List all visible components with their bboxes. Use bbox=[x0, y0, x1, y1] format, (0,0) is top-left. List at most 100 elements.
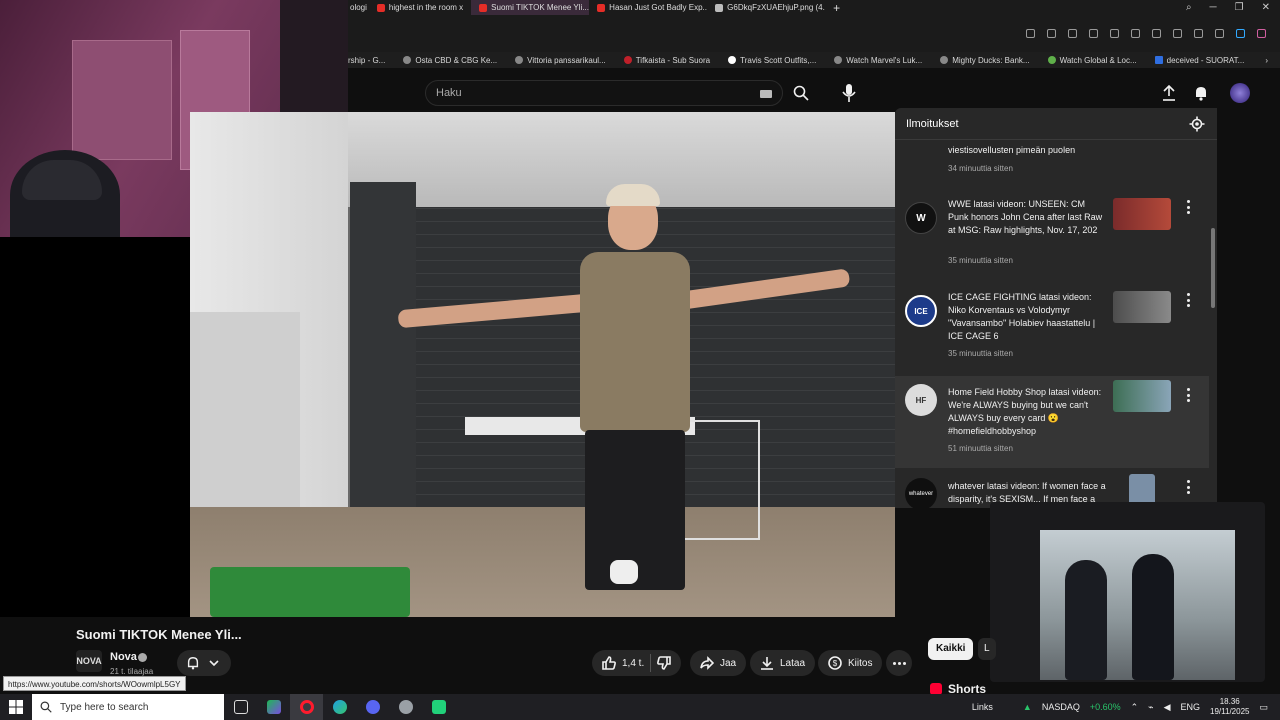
chevron-up-icon[interactable]: ⌃ bbox=[1131, 702, 1139, 713]
channel-avatar[interactable]: HF bbox=[905, 384, 937, 416]
taskbar-app-edge[interactable] bbox=[323, 694, 356, 720]
notification-text: Home Field Hobby Shop latasi videon: We'… bbox=[948, 387, 1102, 436]
site-icon bbox=[728, 56, 737, 64]
microphone-icon[interactable] bbox=[841, 83, 857, 103]
filter-chip-all[interactable]: Kaikki bbox=[928, 638, 974, 660]
link-status-bar: https://www.youtube.com/shorts/WOowmlpL5… bbox=[3, 676, 186, 691]
notification-item[interactable]: ICE ICE CAGE FIGHTING latasi videon: Nik… bbox=[895, 291, 1209, 383]
youtube-header: Haku bbox=[348, 68, 1280, 112]
ticker-change: +0.60% bbox=[1089, 702, 1121, 712]
subscribed-bell-button[interactable] bbox=[177, 650, 231, 676]
browser-tab[interactable]: Hasan Just Got Badly Exp... bbox=[589, 0, 707, 15]
task-view-button[interactable] bbox=[224, 694, 257, 720]
taskbar-app[interactable] bbox=[389, 694, 422, 720]
browser-tab[interactable]: ologi bbox=[348, 0, 369, 15]
ticker-name[interactable]: NASDAQ bbox=[1042, 702, 1080, 712]
bookmark-label: Mighty Ducks: Bank... bbox=[952, 55, 1030, 65]
thumbs-up-icon[interactable] bbox=[602, 656, 616, 670]
bookmark-item[interactable]: Vittoria panssarikaul... bbox=[515, 56, 606, 65]
browser-logo-icon[interactable] bbox=[1257, 29, 1266, 38]
language-indicator[interactable]: ENG bbox=[1181, 702, 1201, 712]
more-options-icon[interactable] bbox=[1187, 200, 1191, 214]
like-count[interactable]: 1,4 t. bbox=[622, 658, 644, 669]
filter-chip[interactable]: L bbox=[978, 638, 996, 660]
menu-icon[interactable] bbox=[1194, 29, 1203, 38]
svg-text:$: $ bbox=[833, 659, 838, 668]
gear-icon[interactable] bbox=[1189, 116, 1205, 132]
bookmark-item[interactable]: Mighty Ducks: Bank... bbox=[940, 55, 1030, 65]
video-scene bbox=[190, 312, 300, 532]
avatar[interactable] bbox=[1230, 83, 1250, 103]
upload-icon[interactable] bbox=[1162, 85, 1176, 101]
channel-avatar[interactable]: W bbox=[905, 202, 937, 234]
heart-icon[interactable] bbox=[1152, 29, 1161, 38]
thanks-button[interactable]: $ Kiitos bbox=[818, 650, 883, 676]
more-options-icon[interactable] bbox=[1187, 388, 1191, 402]
close-button[interactable]: ✕ bbox=[1262, 2, 1270, 13]
thumbs-down-icon[interactable] bbox=[657, 656, 672, 670]
taskbar-app[interactable] bbox=[422, 694, 455, 720]
profile-icon[interactable] bbox=[1215, 29, 1224, 38]
taskbar-search-input[interactable]: Type here to search bbox=[32, 694, 224, 720]
more-options-icon[interactable] bbox=[1187, 480, 1191, 494]
download-button[interactable]: Lataa bbox=[750, 650, 816, 676]
bookmark-item[interactable]: rship - G... bbox=[348, 56, 385, 65]
channel-name[interactable]: Nova bbox=[110, 651, 137, 663]
taskbar-app-opera[interactable] bbox=[290, 694, 323, 720]
shield-icon[interactable] bbox=[1068, 29, 1077, 38]
video-player[interactable] bbox=[190, 112, 895, 617]
video-thumbnail[interactable] bbox=[1113, 198, 1171, 230]
video-thumbnail[interactable] bbox=[1113, 291, 1171, 323]
more-options-icon[interactable] bbox=[1187, 293, 1191, 307]
links-toolbar[interactable]: Links bbox=[972, 702, 993, 712]
search-tabs-icon[interactable]: ⌕ bbox=[1186, 2, 1192, 13]
start-button[interactable] bbox=[0, 694, 32, 720]
new-tab-button[interactable]: + bbox=[825, 1, 848, 15]
bell-icon bbox=[187, 657, 199, 670]
notification-item[interactable]: HF Home Field Hobby Shop latasi videon: … bbox=[895, 376, 1209, 468]
notification-item[interactable]: W WWE latasi videon: UNSEEN: CM Punk hon… bbox=[895, 198, 1209, 290]
bookmark-item[interactable]: Tifkaista - Sub Suora bbox=[623, 56, 710, 65]
ai-assistant-icon[interactable] bbox=[1236, 29, 1245, 38]
notification-center-icon[interactable]: ▭ bbox=[1259, 702, 1268, 713]
share-label: Jaa bbox=[720, 657, 737, 669]
browser-tab-active[interactable]: Suomi TIKTOK Menee Yli... bbox=[471, 0, 590, 15]
maximize-button[interactable]: ❐ bbox=[1235, 2, 1244, 13]
search-input[interactable]: Haku bbox=[425, 80, 783, 106]
channel-avatar[interactable]: NOVA bbox=[76, 650, 102, 672]
picture-in-picture-player[interactable] bbox=[990, 502, 1265, 682]
video-thumbnail[interactable] bbox=[1113, 380, 1171, 412]
video-person bbox=[580, 252, 690, 432]
scrollbar[interactable] bbox=[1211, 228, 1215, 308]
browser-tab[interactable]: highest in the room x bbox=[369, 0, 471, 15]
bookmark-item[interactable]: Travis Scott Outfits,... bbox=[728, 56, 816, 65]
bookmark-item[interactable]: deceived - SUORAT... bbox=[1154, 56, 1244, 65]
channel-avatar[interactable]: whatever bbox=[905, 478, 937, 508]
screenshot-icon[interactable] bbox=[1026, 29, 1035, 38]
camera-icon[interactable] bbox=[1047, 29, 1056, 38]
taskbar-app-discord[interactable] bbox=[356, 694, 389, 720]
task-view-icon bbox=[233, 700, 248, 714]
bookmark-item[interactable]: Watch Marvel's Luk... bbox=[834, 56, 922, 65]
keyboard-icon[interactable] bbox=[760, 90, 772, 98]
minimize-button[interactable]: ─ bbox=[1210, 2, 1217, 13]
bookmark-item[interactable]: Osta CBD & CBG Ke... bbox=[403, 56, 497, 65]
download-icon[interactable] bbox=[1173, 29, 1182, 38]
channel-avatar[interactable]: ICE bbox=[905, 295, 937, 327]
clock[interactable]: 18.36 19/11/2025 bbox=[1210, 697, 1249, 717]
search-icon[interactable] bbox=[793, 85, 809, 101]
network-icon[interactable]: ⌁ bbox=[1148, 702, 1153, 713]
play-icon[interactable] bbox=[1110, 29, 1119, 38]
tab-label: Suomi TIKTOK Menee Yli... bbox=[491, 3, 589, 12]
divider bbox=[650, 654, 652, 672]
bell-icon[interactable] bbox=[1194, 85, 1208, 101]
share-button[interactable]: Jaa bbox=[690, 650, 747, 676]
more-actions-button[interactable] bbox=[886, 650, 912, 676]
bookmark-item[interactable]: Watch Global & Loc... bbox=[1047, 56, 1137, 65]
volume-icon[interactable]: ◀ bbox=[1164, 702, 1171, 713]
taskbar-app[interactable] bbox=[257, 694, 290, 720]
cube-icon[interactable] bbox=[1131, 29, 1140, 38]
extension-icon[interactable] bbox=[1089, 29, 1098, 38]
browser-tab[interactable]: G6DkqFzXUAEhjuP.png (4... bbox=[707, 0, 825, 15]
bookmarks-more-button[interactable]: › bbox=[1265, 56, 1280, 65]
